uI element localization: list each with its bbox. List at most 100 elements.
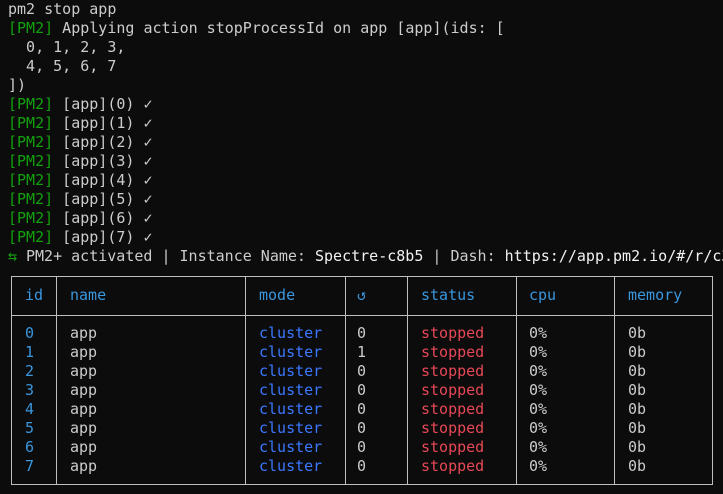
pm2-prefix: [PM2] bbox=[8, 228, 54, 246]
cell-name: app bbox=[70, 324, 98, 342]
cell-status: stopped bbox=[421, 438, 485, 456]
cell-status: stopped bbox=[421, 400, 485, 418]
ids-line-2: 4, 5, 6, 7 bbox=[8, 57, 117, 75]
cell-id: 3 bbox=[25, 381, 35, 399]
instance-name: Spectre-c8b5 bbox=[314, 247, 424, 265]
result-text: [app](0) ✓ bbox=[53, 95, 153, 113]
action-line: [PM2] Applying action stopProcessId on a… bbox=[8, 19, 505, 38]
cell-restarts: 0 bbox=[357, 438, 367, 456]
column-divider bbox=[245, 277, 246, 484]
cell-memory: 0b bbox=[628, 362, 647, 380]
cell-status: stopped bbox=[421, 324, 485, 342]
header-name: name bbox=[70, 286, 107, 304]
pm2-prefix: [PM2] bbox=[8, 19, 54, 37]
cell-restarts: 0 bbox=[357, 457, 367, 475]
pm2-prefix: [PM2] bbox=[8, 171, 54, 189]
cell-memory: 0b bbox=[628, 343, 647, 361]
cell-memory: 0b bbox=[628, 438, 647, 456]
terminal-window[interactable]: pm2 stop app [PM2] Applying action stopP… bbox=[0, 0, 723, 494]
pm2-prefix: [PM2] bbox=[8, 114, 54, 132]
cell-name: app bbox=[70, 419, 98, 437]
result-line: [PM2] [app](7) ✓ bbox=[8, 228, 153, 247]
cell-memory: 0b bbox=[628, 381, 647, 399]
result-line: [PM2] [app](3) ✓ bbox=[8, 152, 153, 171]
cell-mode: cluster bbox=[259, 438, 323, 456]
pm2-prefix: [PM2] bbox=[8, 95, 54, 113]
cell-status: stopped bbox=[421, 419, 485, 437]
result-line: [PM2] [app](2) ✓ bbox=[8, 133, 153, 152]
result-text: [app](2) ✓ bbox=[53, 133, 153, 151]
command-line: pm2 stop app bbox=[8, 0, 117, 18]
column-divider bbox=[407, 277, 408, 484]
cell-status: stopped bbox=[421, 457, 485, 475]
cell-status: stopped bbox=[421, 362, 485, 380]
cell-status: stopped bbox=[421, 343, 485, 361]
dash-label: | Dash: bbox=[423, 247, 505, 265]
cell-cpu: 0% bbox=[529, 400, 548, 418]
column-divider bbox=[345, 277, 346, 484]
header-divider bbox=[12, 315, 712, 316]
result-line: [PM2] [app](4) ✓ bbox=[8, 171, 153, 190]
header-cpu: cpu bbox=[529, 286, 557, 304]
cell-cpu: 0% bbox=[529, 324, 548, 342]
cell-restarts: 0 bbox=[357, 324, 367, 342]
ids-close: ]) bbox=[8, 76, 27, 94]
cell-id: 7 bbox=[25, 457, 35, 475]
column-divider bbox=[516, 277, 517, 484]
cell-mode: cluster bbox=[259, 400, 323, 418]
ids-line-1: 0, 1, 2, 3, bbox=[8, 38, 126, 56]
cell-memory: 0b bbox=[628, 419, 647, 437]
header-mode: mode bbox=[259, 286, 296, 304]
process-table: id name mode ↺ status cpu memory 0 app clu… bbox=[11, 276, 713, 485]
action-text: Applying action stopProcessId on app [ap… bbox=[53, 19, 505, 37]
cell-id: 1 bbox=[25, 343, 35, 361]
cell-restarts: 1 bbox=[357, 343, 367, 361]
restart-icon: ↺ bbox=[357, 286, 367, 304]
cell-name: app bbox=[70, 343, 98, 361]
pm2-prefix: [PM2] bbox=[8, 133, 54, 151]
cell-mode: cluster bbox=[259, 362, 323, 380]
cell-cpu: 0% bbox=[529, 343, 548, 361]
cell-mode: cluster bbox=[259, 419, 323, 437]
header-memory: memory bbox=[628, 286, 683, 304]
cell-name: app bbox=[70, 400, 98, 418]
column-divider bbox=[56, 277, 57, 484]
cell-id: 4 bbox=[25, 400, 35, 418]
result-line: [PM2] [app](5) ✓ bbox=[8, 190, 153, 209]
cell-mode: cluster bbox=[259, 457, 323, 475]
cell-id: 5 bbox=[25, 419, 35, 437]
result-text: [app](1) ✓ bbox=[53, 114, 153, 132]
cell-memory: 0b bbox=[628, 400, 647, 418]
cell-cpu: 0% bbox=[529, 438, 548, 456]
cell-id: 6 bbox=[25, 438, 35, 456]
cell-id: 0 bbox=[25, 324, 35, 342]
cell-name: app bbox=[70, 457, 98, 475]
cell-name: app bbox=[70, 438, 98, 456]
activation-label: PM2+ activated | Instance Name: bbox=[26, 247, 315, 265]
column-divider bbox=[614, 277, 615, 484]
cell-status: stopped bbox=[421, 381, 485, 399]
result-text: [app](4) ✓ bbox=[53, 171, 153, 189]
cell-name: app bbox=[70, 362, 98, 380]
cell-memory: 0b bbox=[628, 457, 647, 475]
cell-cpu: 0% bbox=[529, 362, 548, 380]
dash-url[interactable]: https://app.pm2.io/#/r/c3 bbox=[505, 247, 723, 265]
result-text: [app](6) ✓ bbox=[53, 209, 153, 227]
cell-restarts: 0 bbox=[357, 419, 367, 437]
cell-mode: cluster bbox=[259, 343, 323, 361]
cell-cpu: 0% bbox=[529, 457, 548, 475]
pm2-prefix: [PM2] bbox=[8, 152, 54, 170]
cell-name: app bbox=[70, 381, 98, 399]
result-text: [app](3) ✓ bbox=[53, 152, 153, 170]
result-line: [PM2] [app](6) ✓ bbox=[8, 209, 153, 228]
header-status: status bbox=[421, 286, 476, 304]
cell-mode: cluster bbox=[259, 324, 323, 342]
cell-restarts: 0 bbox=[357, 400, 367, 418]
pm2-prefix: [PM2] bbox=[8, 209, 54, 227]
cell-restarts: 0 bbox=[357, 362, 367, 380]
cell-id: 2 bbox=[25, 362, 35, 380]
cell-cpu: 0% bbox=[529, 419, 548, 437]
result-text: [app](5) ✓ bbox=[53, 190, 153, 208]
link-arrows-icon: ⇆ bbox=[8, 247, 18, 265]
cell-mode: cluster bbox=[259, 381, 323, 399]
